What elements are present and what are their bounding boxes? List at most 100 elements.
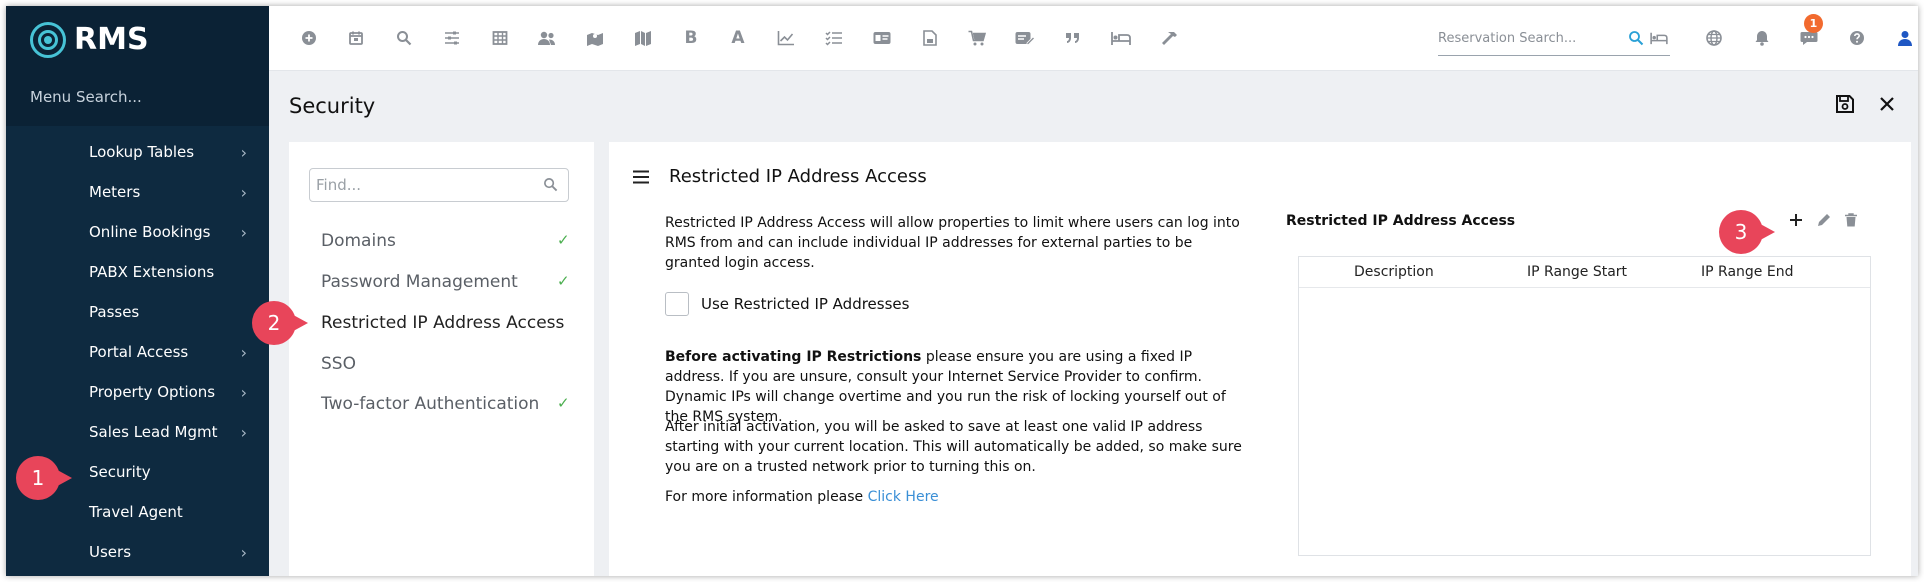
brand-name: RMS	[74, 22, 149, 57]
sidebar-item-label: Lookup Tables	[89, 143, 195, 161]
panel-title: Restricted IP Address Access	[669, 166, 927, 187]
sidebar-item-passes[interactable]: Passes	[6, 292, 269, 332]
users-icon[interactable]	[533, 24, 561, 52]
chevron-right-icon: ›	[240, 422, 247, 442]
hammer-icon[interactable]	[1155, 24, 1183, 52]
sidebar-item-label: Sales Lead Mgmt	[89, 423, 218, 441]
submenu-item-domains[interactable]: Domains	[321, 231, 396, 251]
sidebar-item-label: Meters	[89, 183, 141, 201]
chevron-right-icon: ›	[240, 222, 247, 242]
sidebar-item-lookup-tables[interactable]: Lookup Tables ›	[6, 132, 269, 172]
chevron-right-icon: ›	[240, 342, 247, 362]
use-restricted-ip-checkbox[interactable]	[665, 292, 689, 316]
grid-header-divider	[1299, 287, 1870, 288]
user-profile-icon[interactable]	[1891, 24, 1918, 52]
menu-search-input[interactable]: Menu Search...	[30, 88, 142, 106]
map-pin-icon[interactable]	[581, 24, 609, 52]
sidebar-item-sales-lead-mgmt[interactable]: Sales Lead Mgmt ›	[6, 412, 269, 452]
app-window: RMS Menu Search... Lookup Tables › Meters…	[6, 6, 1918, 576]
save-icon[interactable]	[1835, 94, 1855, 119]
map-icon[interactable]	[629, 24, 657, 52]
bold-icon[interactable]: B	[677, 24, 705, 52]
sidebar-nav: Lookup Tables › Meters › Online Bookings › …	[6, 132, 269, 572]
page-title: Security	[289, 94, 376, 118]
use-restricted-ip-label: Use Restricted IP Addresses	[701, 295, 910, 313]
callout-marker: 1	[16, 456, 72, 500]
trash-icon[interactable]	[1845, 212, 1857, 232]
edit-card-icon[interactable]	[1011, 24, 1039, 52]
add-circle-icon[interactable]	[295, 24, 323, 52]
sidebar-item-portal-access[interactable]: Portal Access ›	[6, 332, 269, 372]
chevron-right-icon: ›	[240, 142, 247, 162]
callout-number: 3	[1719, 210, 1763, 254]
search-icon[interactable]	[390, 24, 418, 52]
sidebar-item-label: Portal Access	[89, 343, 189, 361]
document-icon[interactable]	[916, 24, 944, 52]
more-info-label: For more information please	[665, 489, 868, 505]
sidebar-item-label: Online Bookings	[89, 223, 211, 241]
search-icon	[543, 169, 558, 203]
click-here-link[interactable]: Click Here	[868, 489, 939, 505]
intro-text: Restricted IP Address Access will allow …	[665, 215, 1240, 271]
sliders-icon[interactable]	[438, 24, 466, 52]
font-icon[interactable]: A	[724, 24, 752, 52]
sidebar-item-label: Security	[89, 463, 151, 481]
globe-icon[interactable]	[1700, 24, 1728, 52]
more-info-text: For more information please Click Here	[665, 487, 1245, 507]
ip-address-grid: Description IP Range Start IP Range End	[1298, 256, 1871, 556]
top-toolbar: B A Reservation Search... 1	[269, 6, 1918, 71]
activation-text: After initial activation, you will be as…	[665, 419, 1242, 475]
grid-icon[interactable]	[486, 24, 514, 52]
sidebar-item-property-options[interactable]: Property Options ›	[6, 372, 269, 412]
quote-icon[interactable]	[1059, 24, 1087, 52]
sidebar-item-label: Property Options	[89, 383, 216, 401]
rms-logo-icon	[30, 22, 66, 58]
sidebar-item-label: Users	[89, 543, 132, 561]
column-header-ip-range-start[interactable]: IP Range Start	[1527, 257, 1627, 287]
warning-text: Before activating IP Restrictions please…	[665, 347, 1245, 427]
security-submenu: Find... Domains ✓ Password Management ✓ …	[289, 142, 594, 576]
warning-bold: Before activating IP Restrictions	[665, 349, 922, 365]
close-icon[interactable]	[1878, 94, 1896, 118]
bed-icon[interactable]	[1107, 24, 1135, 52]
notification-badge: 1	[1804, 14, 1823, 33]
find-placeholder: Find...	[316, 176, 362, 194]
column-header-description[interactable]: Description	[1354, 257, 1434, 287]
chevron-right-icon: ›	[240, 182, 247, 202]
help-icon[interactable]	[1843, 24, 1871, 52]
sidebar-item-online-bookings[interactable]: Online Bookings ›	[6, 212, 269, 252]
bed-search-icon[interactable]	[1645, 24, 1673, 52]
calendar-icon[interactable]	[342, 24, 370, 52]
sidebar-item-pabx-extensions[interactable]: PABX Extensions	[6, 252, 269, 292]
chevron-right-icon: ›	[240, 542, 247, 562]
chevron-right-icon: ›	[240, 382, 247, 402]
bell-icon[interactable]	[1748, 24, 1776, 52]
find-input[interactable]: Find...	[309, 168, 569, 202]
sidebar-item-label: Travel Agent	[89, 503, 183, 521]
submenu-item-two-factor-authentication[interactable]: Two-factor Authentication	[321, 394, 539, 414]
submenu-item-password-management[interactable]: Password Management	[321, 272, 518, 292]
callout-marker: 3	[1719, 210, 1775, 254]
id-card-icon[interactable]	[868, 24, 896, 52]
cart-icon[interactable]	[963, 24, 991, 52]
column-header-ip-range-end[interactable]: IP Range End	[1701, 257, 1793, 287]
sidebar-item-label: Passes	[89, 303, 140, 321]
check-icon: ✓	[557, 394, 570, 412]
callout-marker: 2	[252, 301, 308, 345]
submenu-item-restricted-ip-address-access[interactable]: Restricted IP Address Access	[321, 313, 564, 333]
restricted-ip-panel: Restricted IP Address Access Restricted …	[609, 142, 1911, 576]
sidebar-item-users[interactable]: Users ›	[6, 532, 269, 572]
chart-icon[interactable]	[772, 24, 800, 52]
grid-title: Restricted IP Address Access	[1286, 213, 1516, 229]
submenu-item-sso[interactable]: SSO	[321, 354, 356, 374]
hamburger-menu-icon[interactable]	[633, 168, 649, 189]
callout-number: 2	[252, 301, 296, 345]
add-icon[interactable]	[1789, 212, 1803, 232]
check-icon: ✓	[557, 272, 570, 290]
checklist-icon[interactable]	[820, 24, 848, 52]
check-icon: ✓	[557, 231, 570, 249]
pencil-icon[interactable]	[1817, 212, 1831, 232]
sidebar-item-meters[interactable]: Meters ›	[6, 172, 269, 212]
sidebar-item-label: PABX Extensions	[89, 263, 215, 281]
brand-area: RMS Menu Search...	[6, 6, 269, 126]
